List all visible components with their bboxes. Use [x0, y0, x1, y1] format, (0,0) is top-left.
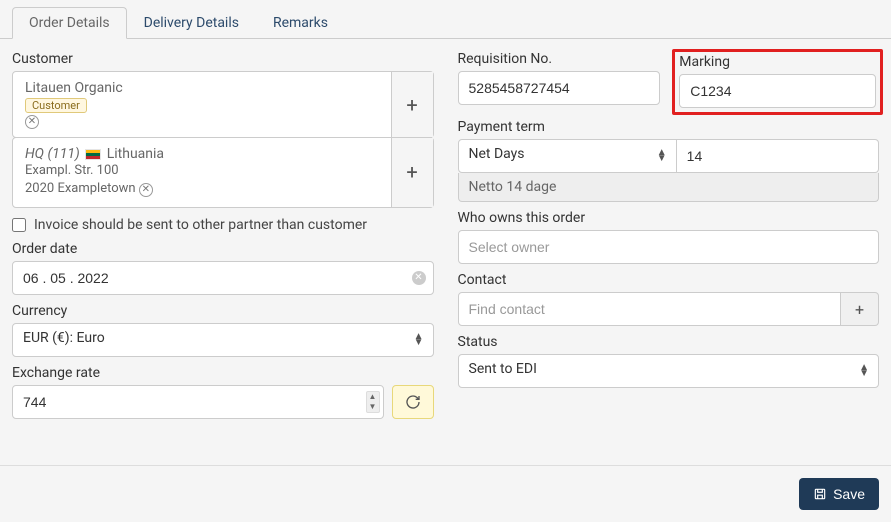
- refresh-icon: [405, 394, 421, 410]
- address-line-2: 2020 Exampletown ✕: [25, 180, 379, 198]
- marking-label: Marking: [679, 54, 876, 70]
- invoice-other-label: Invoice should be sent to other partner …: [34, 217, 367, 233]
- tab-delivery-details[interactable]: Delivery Details: [127, 7, 256, 38]
- footer: Save: [0, 465, 891, 522]
- number-spinner[interactable]: ▲▼: [366, 391, 380, 413]
- owner-label: Who owns this order: [458, 210, 880, 226]
- remove-customer-icon[interactable]: ✕: [25, 115, 39, 129]
- order-date-input[interactable]: [12, 261, 434, 295]
- order-date-label: Order date: [12, 241, 434, 257]
- remove-address-icon[interactable]: ✕: [139, 183, 153, 197]
- clear-date-icon[interactable]: ✕: [412, 271, 426, 285]
- customer-label: Customer: [12, 51, 434, 67]
- flag-lithuania-icon: [85, 149, 101, 160]
- currency-select[interactable]: EUR (€): Euro: [12, 323, 434, 357]
- add-customer-button[interactable]: +: [391, 72, 433, 137]
- payment-term-select[interactable]: Net Days: [458, 139, 677, 173]
- payment-term-summary: Netto 14 dage: [458, 173, 880, 202]
- status-label: Status: [458, 334, 880, 350]
- exchange-rate-label: Exchange rate: [12, 365, 434, 381]
- payment-term-days-input[interactable]: [677, 139, 879, 173]
- add-address-button[interactable]: +: [391, 138, 433, 206]
- tabs: Order Details Delivery Details Remarks: [0, 0, 891, 39]
- currency-label: Currency: [12, 303, 434, 319]
- marking-highlight: Marking: [672, 49, 883, 115]
- tab-order-details[interactable]: Order Details: [12, 7, 127, 39]
- customer-name: Litauen Organic: [25, 80, 379, 96]
- owner-input[interactable]: [458, 230, 880, 264]
- contact-label: Contact: [458, 272, 880, 288]
- exchange-rate-input[interactable]: [12, 385, 384, 419]
- save-button[interactable]: Save: [799, 478, 879, 510]
- add-contact-button[interactable]: +: [841, 292, 879, 326]
- requisition-input[interactable]: [458, 71, 661, 105]
- customer-primary-box: Litauen Organic Customer ✕ +: [12, 71, 434, 138]
- payment-term-label: Payment term: [458, 119, 880, 135]
- address-line-1: Exampl. Str. 100: [25, 162, 379, 180]
- requisition-label: Requisition No.: [458, 51, 661, 67]
- save-icon: [813, 487, 827, 501]
- tab-remarks[interactable]: Remarks: [256, 7, 345, 38]
- contact-input[interactable]: [458, 292, 842, 326]
- status-select[interactable]: Sent to EDI: [458, 354, 880, 388]
- customer-hq-line: HQ (111) Lithuania: [25, 146, 379, 162]
- refresh-rate-button[interactable]: [392, 385, 434, 419]
- customer-address-box: HQ (111) Lithuania Exampl. Str. 100 2020…: [12, 137, 434, 207]
- marking-input[interactable]: [679, 74, 876, 108]
- customer-badge: Customer: [25, 98, 87, 113]
- invoice-other-checkbox[interactable]: [12, 218, 26, 232]
